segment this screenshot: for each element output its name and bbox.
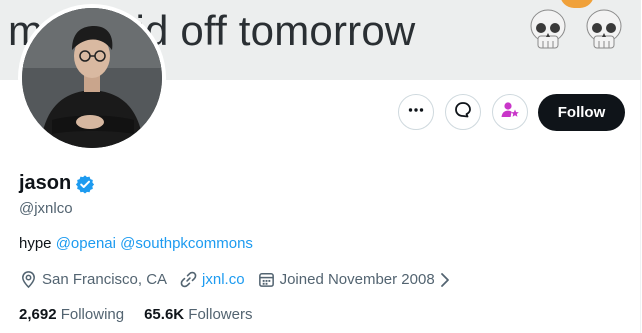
following-label: Following <box>60 306 125 323</box>
location-text: San Francisco, CA <box>42 271 168 288</box>
message-bubble-icon <box>453 100 473 125</box>
link-icon <box>179 270 202 289</box>
mention-southpkcommons-link[interactable]: @southpkcommons <box>120 235 253 252</box>
chevron-right-icon <box>439 272 455 288</box>
skull-icon <box>584 8 624 56</box>
partial-emoji-icon <box>560 0 594 8</box>
followers-label: Followers <box>188 306 253 323</box>
profile-meta: San Francisco, CA jxnl.co Joined Novembe… <box>19 270 467 289</box>
skull-icon <box>528 8 568 56</box>
followers-stat[interactable]: 65.6K Followers <box>144 306 252 323</box>
verified-badge-icon[interactable] <box>75 174 95 194</box>
website: jxnl.co <box>179 270 245 289</box>
location: San Francisco, CA <box>19 270 167 289</box>
joined-date[interactable]: Joined November 2008 <box>257 270 455 289</box>
follow-stats: 2,692 Following 65.6K Followers <box>19 306 272 323</box>
more-horizontal-icon <box>407 101 425 124</box>
handle: @jxnlco <box>19 200 73 217</box>
location-pin-icon <box>19 270 42 289</box>
bio-text: hype <box>19 235 56 252</box>
message-button[interactable] <box>445 94 481 130</box>
following-stat[interactable]: 2,692 Following <box>19 306 124 323</box>
following-count: 2,692 <box>19 306 57 323</box>
calendar-icon <box>257 270 280 289</box>
person-star-icon <box>500 100 520 125</box>
website-link[interactable]: jxnl.co <box>202 271 245 288</box>
bio: hype @openai @southpkcommons <box>19 235 253 252</box>
followers-count: 65.6K <box>144 306 185 323</box>
joined-text: Joined November 2008 <box>279 271 435 288</box>
avatar[interactable] <box>22 8 162 148</box>
display-name-row: jason <box>19 172 95 195</box>
mention-openai-link[interactable]: @openai <box>56 235 116 252</box>
display-name: jason <box>19 172 72 194</box>
subscribe-button[interactable] <box>492 94 528 130</box>
more-button[interactable] <box>398 94 434 130</box>
follow-button[interactable]: Follow <box>538 94 625 131</box>
